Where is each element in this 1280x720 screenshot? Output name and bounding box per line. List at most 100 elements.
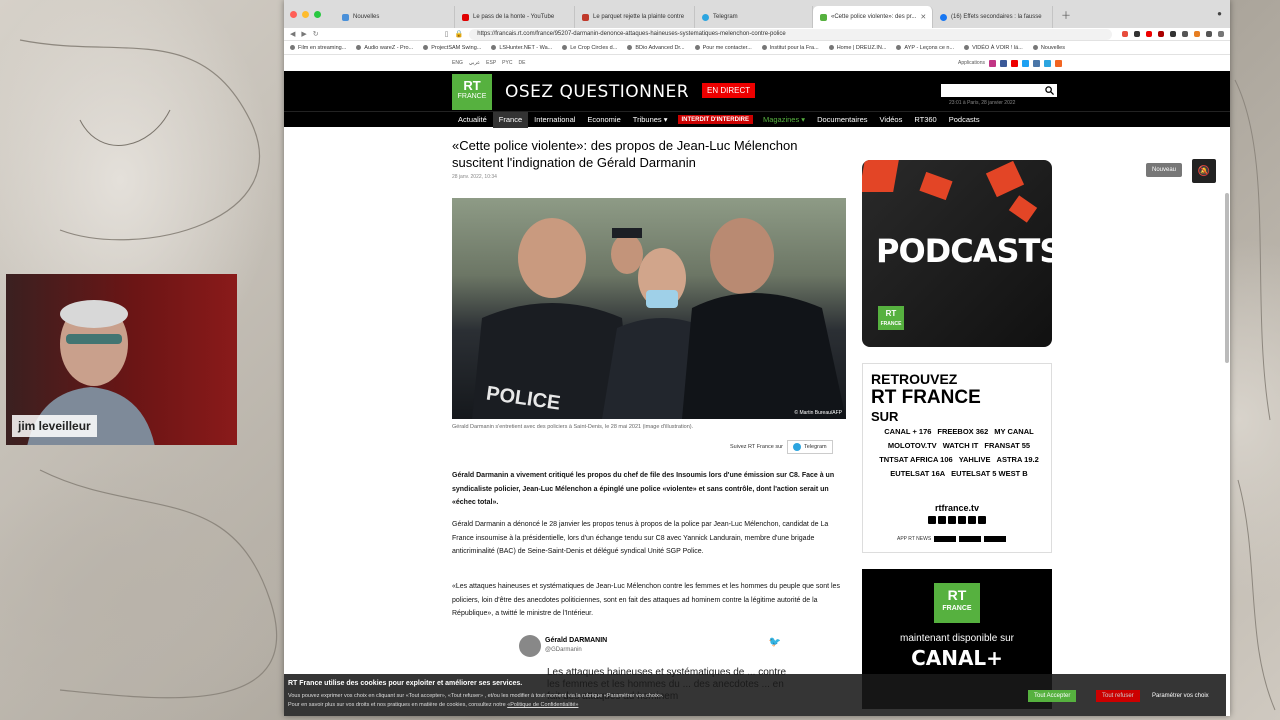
close-tab-icon[interactable]: ✕ <box>920 13 926 21</box>
bookmark-label: Institut pour la Fra... <box>769 44 819 51</box>
tab-nouvelles[interactable]: Nouvelles <box>335 6 455 28</box>
tab-youtube[interactable]: Le pass de la honte - YouTube <box>455 6 575 28</box>
tab-telegram[interactable]: Telegram <box>695 6 813 28</box>
bookmark-item[interactable]: BDio Advanced Dr... <box>627 45 685 51</box>
channel-item: ASTRA 19.2 <box>996 455 1039 464</box>
menu-icon[interactable] <box>1218 31 1224 37</box>
tab-facebook[interactable]: (16) Effets secondaires : la fausse <box>933 6 1053 28</box>
nav-videos[interactable]: Vidéos <box>874 112 909 128</box>
vk-icon[interactable] <box>1033 59 1040 67</box>
telegram-button[interactable]: Telegram <box>786 440 833 454</box>
article-date: 28 janv. 2022, 10:34 <box>452 174 497 180</box>
extension-icon[interactable] <box>1134 31 1140 37</box>
channels-banner[interactable]: RETROUVEZ RT FRANCE SUR CANAL + 176 FREE… <box>862 363 1052 553</box>
bookmark-item[interactable]: LSHunter.NET - Wa... <box>491 45 552 51</box>
cookie-description: Vous pouvez exprimer vos choix en cliqua… <box>288 692 788 710</box>
nav-economie[interactable]: Economie <box>581 112 626 128</box>
nav-podcasts[interactable]: Podcasts <box>943 112 986 128</box>
cookie-settings-button[interactable]: Paramétrer vos choix <box>1146 690 1215 702</box>
article-paragraph: «Les attaques haineuses et systématiques… <box>452 583 840 617</box>
nav-documentaires[interactable]: Documentaires <box>811 112 873 128</box>
tab-rt-article[interactable]: «Cette police violente»: des pr... ✕ <box>813 6 933 28</box>
privacy-policy-link[interactable]: «Politique de Confidentialité» <box>507 702 578 708</box>
tab-bar: Nouvelles Le pass de la honte - YouTube … <box>284 0 1230 28</box>
youtube-icon[interactable] <box>1011 59 1018 67</box>
notification-bell-icon[interactable]: 🔕 <box>1192 159 1216 183</box>
telegram-label: Telegram <box>803 444 827 450</box>
bookmark-favicon-icon <box>1032 45 1038 50</box>
applications-link[interactable]: Applications <box>958 60 985 66</box>
puzzle-icon[interactable] <box>1206 31 1212 37</box>
article-photo[interactable]: POLICE © Martin Bureau/AFP <box>452 198 846 419</box>
rss-icon[interactable] <box>1055 59 1062 67</box>
bookmark-item[interactable]: Film en streaming... <box>290 45 346 51</box>
bookmark-label: LSHunter.NET - Wa... <box>499 44 553 51</box>
nav-international[interactable]: International <box>528 112 581 128</box>
close-window-button[interactable] <box>290 10 297 18</box>
nav-rt360[interactable]: RT360 <box>908 112 942 128</box>
instagram-icon[interactable] <box>989 59 996 67</box>
nouveau-badge[interactable]: Nouveau <box>1146 163 1183 177</box>
new-tab-button[interactable]: ＋ <box>1061 7 1071 22</box>
rt-france-logo[interactable]: RT FRANCE <box>452 74 492 110</box>
bookmark-item[interactable]: Audio wareZ - Pro... <box>356 45 413 51</box>
twitter-icon[interactable] <box>1022 59 1029 67</box>
bookmark-item[interactable]: Pour me contacter... <box>694 44 752 51</box>
accept-all-button[interactable]: Tout Accepter <box>1028 690 1077 702</box>
channel-list: CANAL + 176 FREEBOX 362 MY CANAL MOLOTOV… <box>871 427 1047 478</box>
lang-eng[interactable]: ENG <box>452 60 463 66</box>
bookmark-item[interactable]: Nouvelles <box>1032 45 1065 51</box>
minimize-window-button[interactable] <box>302 10 309 18</box>
youtube-icon <box>462 13 469 21</box>
webcam-name-label: jim leveilleur <box>12 415 97 437</box>
extension-icon[interactable] <box>1122 31 1128 37</box>
forward-icon[interactable]: ▶ <box>301 30 306 38</box>
tab-list-icon[interactable]: ● <box>1217 9 1222 18</box>
lang-ru[interactable]: PYC <box>502 60 512 66</box>
lang-de[interactable]: DE <box>518 60 525 66</box>
url-field[interactable]: https://francais.rt.com/france/95207-dar… <box>469 28 1112 40</box>
bookmark-item[interactable]: Home | DREUZ.IN... <box>828 45 886 51</box>
lang-esp[interactable]: ESP <box>486 60 496 66</box>
bookmark-item[interactable]: Institut pour la Fra... <box>761 44 819 51</box>
extension-icon[interactable] <box>1158 31 1164 37</box>
zoom-window-button[interactable] <box>314 10 321 18</box>
tab-parquet[interactable]: Le parquet rejette la plainte contre <box>575 6 695 28</box>
app-store-icon <box>934 536 957 542</box>
reload-icon[interactable]: ↻ <box>313 30 319 38</box>
telegram-icon[interactable] <box>1044 59 1051 67</box>
extension-icon[interactable] <box>1170 31 1176 37</box>
cookie-banner: RT France utilise des cookies pour explo… <box>284 674 1226 716</box>
bookmark-item[interactable]: Le Crop Circles d... <box>562 45 617 51</box>
nav-interdit-dinterdire[interactable]: INTERDIT D'INTERDIRE <box>677 115 753 124</box>
extension-icon[interactable] <box>1182 31 1188 37</box>
nav-tribunes[interactable]: Tribunes ▾ <box>627 112 674 128</box>
podcasts-banner[interactable]: PODCASTS RT FRANCE <box>862 160 1052 347</box>
search-input[interactable] <box>941 84 1057 97</box>
bookmark-item[interactable]: AYP - Leçons ce n... <box>896 45 954 51</box>
back-icon[interactable]: ◀ <box>290 30 295 38</box>
bookmark-item[interactable]: VIDÉO À VOIR ! lä... <box>964 45 1023 51</box>
bookmark-favicon-icon <box>896 45 902 50</box>
extension-icon[interactable] <box>1146 31 1152 37</box>
social-icon <box>948 516 956 524</box>
bookmark-label: Pour me contacter... <box>702 44 752 51</box>
scrollbar[interactable] <box>1225 193 1229 363</box>
refuse-all-button[interactable]: Tout refuser <box>1096 690 1140 702</box>
bookmark-icon[interactable]: ▯ <box>445 30 449 38</box>
logo-rt: RT <box>885 309 897 318</box>
nav-actualite[interactable]: Actualité <box>452 112 493 128</box>
channel-item: FREEBOX 362 <box>937 427 989 436</box>
decor-shape <box>862 160 899 192</box>
extension-icon[interactable] <box>1194 31 1200 37</box>
facebook-icon[interactable] <box>1000 59 1007 67</box>
nav-magazines[interactable]: Magazines ▾ <box>757 112 811 128</box>
bookmark-item[interactable]: ProjectSAM Swing... <box>423 45 481 51</box>
search-icon[interactable] <box>1045 86 1054 95</box>
logo-rt: RT <box>947 587 967 603</box>
channel-item: YAHLIVE <box>958 455 991 464</box>
app-gallery-icon <box>984 536 1007 542</box>
lang-ar[interactable]: عربي <box>469 60 480 66</box>
nav-france[interactable]: France <box>492 111 529 128</box>
live-button[interactable]: EN DIRECT <box>702 83 756 98</box>
